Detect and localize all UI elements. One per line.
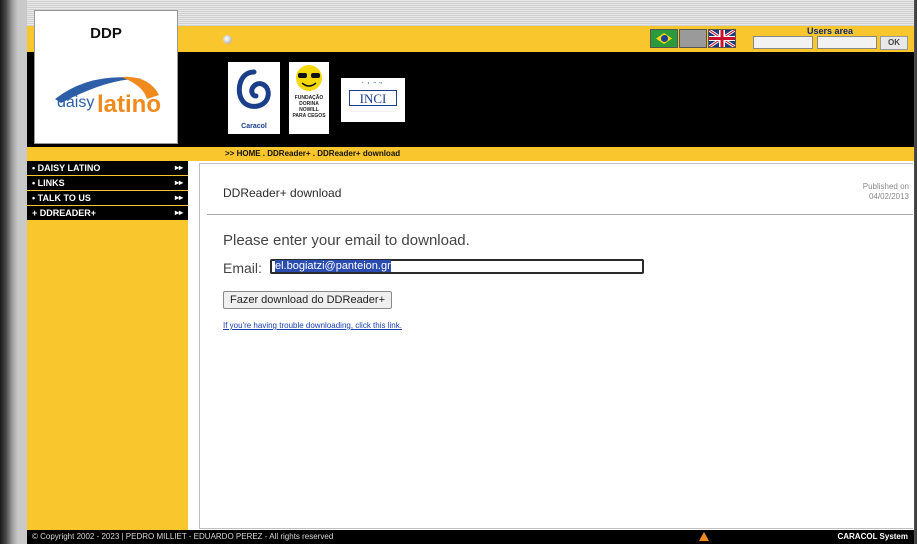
main-content: DDReader+ download Published on 04/02/20… xyxy=(199,163,913,529)
sidebar-item-talk-to-us[interactable]: • TALK TO US ▸▸ xyxy=(27,191,188,205)
braille-dots-icon: ⠁⠃⠉⠙ xyxy=(361,82,385,88)
published-label: Published on xyxy=(862,182,909,191)
system-label: CARACOL System xyxy=(837,532,908,541)
logo-latino-text: latino xyxy=(97,91,161,118)
inci-subtitle-graphic: ········································… xyxy=(351,109,395,113)
caracol-logo[interactable]: Caracol xyxy=(228,62,280,134)
globe-icon[interactable] xyxy=(223,35,232,44)
email-field[interactable]: el.bogiatzi@panteion.gr xyxy=(270,259,644,274)
logo-title: DDP xyxy=(90,25,122,42)
email-label: Email: xyxy=(223,260,262,276)
site-logo[interactable]: DDP daisy latino xyxy=(34,10,178,144)
sidebar-item-label: DAISY LATINO xyxy=(37,163,101,173)
dorina-line: PARA CEGOS xyxy=(292,113,326,119)
breadcrumb-bar: >> HOME . DDReader+ . DDReader+ download xyxy=(27,147,914,161)
sidebar-item-links[interactable]: • LINKS ▸▸ xyxy=(27,176,188,190)
dorina-nowill-logo[interactable]: FUNDAÇÃO DORINA NOWILL PARA CEGOS xyxy=(289,62,329,134)
email-field-value: el.bogiatzi@panteion.gr xyxy=(275,260,391,272)
download-prompt: Please enter your email to download. xyxy=(223,232,470,249)
menu-plus-icon: + xyxy=(32,208,38,218)
menu-bullet-icon: • xyxy=(32,163,36,173)
caracol-label: Caracol xyxy=(241,123,267,130)
uk-flag-icon[interactable] xyxy=(708,29,736,48)
double-arrow-icon: ▸▸ xyxy=(174,163,183,172)
copyright-text: © Copyright 2002 - 2023 | PEDRO MILLIET … xyxy=(32,532,334,541)
published-date: 04/02/2013 xyxy=(868,192,909,201)
username-input[interactable] xyxy=(753,36,813,49)
sidebar-item-label: DDREADER+ xyxy=(39,208,97,218)
menu-bullet-icon: • xyxy=(32,193,36,203)
double-arrow-icon: ▸▸ xyxy=(174,178,183,187)
sidebar-item-ddreader[interactable]: + DDREADER+ ▸▸ xyxy=(27,206,188,220)
footer: © Copyright 2002 - 2023 | PEDRO MILLIET … xyxy=(27,530,914,544)
double-arrow-icon: ▸▸ xyxy=(174,208,183,217)
login-ok-button[interactable]: OK xyxy=(880,36,908,50)
sidebar: • DAISY LATINO ▸▸ • LINKS ▸▸ • TALK TO U… xyxy=(27,161,188,530)
inci-label: INCI xyxy=(349,90,397,106)
spain-flag-icon[interactable] xyxy=(679,29,707,48)
menu-bullet-icon: • xyxy=(32,178,36,188)
logo-daisy-text: daisy xyxy=(57,94,95,111)
published-info: Published on 04/02/2013 xyxy=(863,182,909,202)
download-button[interactable]: Fazer download do DDReader+ xyxy=(223,291,393,309)
breadcrumb[interactable]: >> HOME . DDReader+ . DDReader+ download xyxy=(225,149,400,158)
sidebar-item-label: LINKS xyxy=(37,178,65,188)
users-area-label: Users area xyxy=(807,26,854,36)
caracol-spiral-icon xyxy=(236,69,271,109)
title-divider xyxy=(207,214,913,215)
sidebar-item-daisy-latino[interactable]: • DAISY LATINO ▸▸ xyxy=(27,161,188,175)
trouble-download-link[interactable]: If you're having trouble downloading, cl… xyxy=(223,321,402,330)
page-frame: Users area OK DDP daisy latino Caracol F… xyxy=(27,0,914,544)
double-arrow-icon: ▸▸ xyxy=(174,193,183,202)
page-title: DDReader+ download xyxy=(223,186,342,200)
sidebar-item-label: TALK TO US xyxy=(37,193,91,203)
brazil-flag-icon[interactable] xyxy=(650,29,678,48)
inci-logo[interactable]: ⠁⠃⠉⠙ INCI ······························… xyxy=(341,78,405,122)
smiley-sunglasses-icon xyxy=(296,65,322,91)
scroll-top-icon[interactable] xyxy=(699,532,709,541)
password-input[interactable] xyxy=(817,36,877,49)
